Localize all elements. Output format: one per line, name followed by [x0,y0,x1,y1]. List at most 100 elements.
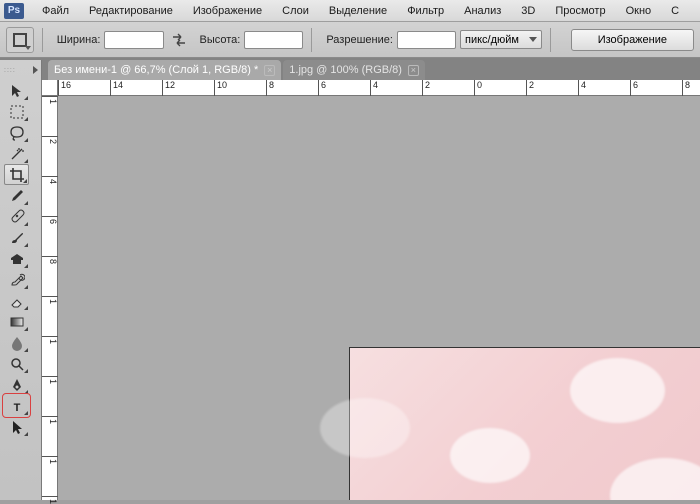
width-input[interactable] [104,31,163,49]
front-image-button[interactable]: Изображение [571,29,694,51]
flyout-indicator-icon [24,369,28,373]
menu-view[interactable]: Просмотр [545,5,615,17]
tools-panel: :::: T [0,60,42,500]
bokeh-highlight [570,358,665,423]
menu-file[interactable]: Файл [32,5,79,17]
chevron-down-icon [25,46,31,50]
menu-3d[interactable]: 3D [511,5,545,17]
units-value: пикс/дюйм [465,34,519,46]
ruler-tick: 2 [526,80,534,96]
width-label: Ширина: [57,34,101,46]
menu-image[interactable]: Изображение [183,5,272,17]
blur-tool[interactable] [4,332,29,353]
path-selection-tool[interactable] [4,416,29,437]
ruler-tick: 1 [42,456,58,464]
ruler-tick: 8 [42,256,58,264]
ruler-horizontal[interactable]: 16141210864202468 [58,80,700,96]
menu-window[interactable]: Окно [616,5,662,17]
close-icon[interactable]: × [264,65,275,76]
flyout-indicator-icon [24,264,28,268]
chevron-down-icon [529,37,537,42]
brush-tool[interactable] [4,227,29,248]
ruler-tick: 8 [682,80,690,96]
svg-text:T: T [13,402,20,414]
ruler-tick: 1 [42,296,58,304]
ruler-tick: 1 [42,496,58,504]
ruler-tick: 0 [474,80,482,96]
ruler-tick: 4 [370,80,378,96]
separator [311,28,312,52]
menu-help[interactable]: С [661,5,683,17]
tab-title: Без имени-1 @ 66,7% (Слой 1, RGB/8) * [54,64,258,76]
height-input[interactable] [244,31,303,49]
bokeh-highlight [610,458,700,500]
menu-analysis[interactable]: Анализ [454,5,511,17]
ruler-tick: 6 [318,80,326,96]
app-logo: Ps [4,3,24,19]
marquee-tool[interactable] [4,101,29,122]
flyout-indicator-icon [24,390,28,394]
magic-wand-tool[interactable] [4,143,29,164]
ruler-tick: 4 [578,80,586,96]
ruler-tick: 2 [42,136,58,144]
menubar: Ps Файл Редактирование Изображение Слои … [0,0,700,22]
tab-title: 1.jpg @ 100% (RGB/8) [289,64,402,76]
separator [42,28,43,52]
ruler-vertical[interactable]: 12468111111 [42,96,58,500]
swap-dimensions-icon[interactable] [171,33,187,47]
type-tool[interactable]: T [4,395,29,416]
separator [550,28,551,52]
ruler-origin[interactable] [42,80,58,96]
options-bar: Ширина: Высота: Разрешение: пикс/дюйм Из… [0,22,700,58]
ruler-tick: 2 [422,80,430,96]
eyedropper-tool[interactable] [4,185,29,206]
ruler-tick: 12 [162,80,175,96]
menu-select[interactable]: Выделение [319,5,397,17]
flyout-indicator-icon [24,222,28,226]
ruler-tick: 1 [42,336,58,344]
resolution-input[interactable] [397,31,456,49]
flyout-indicator-icon [24,243,28,247]
flyout-indicator-icon [24,201,28,205]
crop-tool[interactable] [4,164,29,185]
button-label: Изображение [598,34,667,46]
healing-brush-tool[interactable] [4,206,29,227]
ruler-tick: 1 [42,96,58,104]
document-tab[interactable]: 1.jpg @ 100% (RGB/8) × [283,60,425,80]
ruler-tick: 8 [266,80,274,96]
clone-stamp-tool[interactable] [4,248,29,269]
gradient-tool[interactable] [4,311,29,332]
ruler-tick: 1 [42,376,58,384]
flyout-indicator-icon [23,179,27,183]
lasso-tool[interactable] [4,122,29,143]
dodge-tool[interactable] [4,353,29,374]
pen-tool[interactable] [4,374,29,395]
flyout-indicator-icon [24,306,28,310]
grip-icon: :::: [4,67,16,74]
menu-layers[interactable]: Слои [272,5,319,17]
history-brush-tool[interactable] [4,269,29,290]
move-tool[interactable] [4,80,29,101]
ruler-tick: 10 [214,80,227,96]
collapse-icon [33,66,38,74]
height-label: Высота: [200,34,241,46]
flyout-indicator-icon [24,432,28,436]
document-canvas[interactable] [350,348,700,500]
menu-edit[interactable]: Редактирование [79,5,183,17]
close-icon[interactable]: × [408,65,419,76]
flyout-indicator-icon [24,411,28,415]
flyout-indicator-icon [24,327,28,331]
document-tab-active[interactable]: Без имени-1 @ 66,7% (Слой 1, RGB/8) * × [48,60,281,80]
ruler-tick: 6 [42,216,58,224]
panel-grip[interactable]: :::: [0,60,41,80]
tool-preset-picker[interactable] [6,27,34,53]
flyout-indicator-icon [24,285,28,289]
menu-filter[interactable]: Фильтр [397,5,454,17]
ruler-tick: 1 [42,416,58,424]
bokeh-highlight [320,398,410,458]
eraser-tool[interactable] [4,290,29,311]
canvas-area[interactable] [58,96,700,500]
ruler-tick: 4 [42,176,58,184]
flyout-indicator-icon [24,348,28,352]
resolution-units-select[interactable]: пикс/дюйм [460,30,542,49]
